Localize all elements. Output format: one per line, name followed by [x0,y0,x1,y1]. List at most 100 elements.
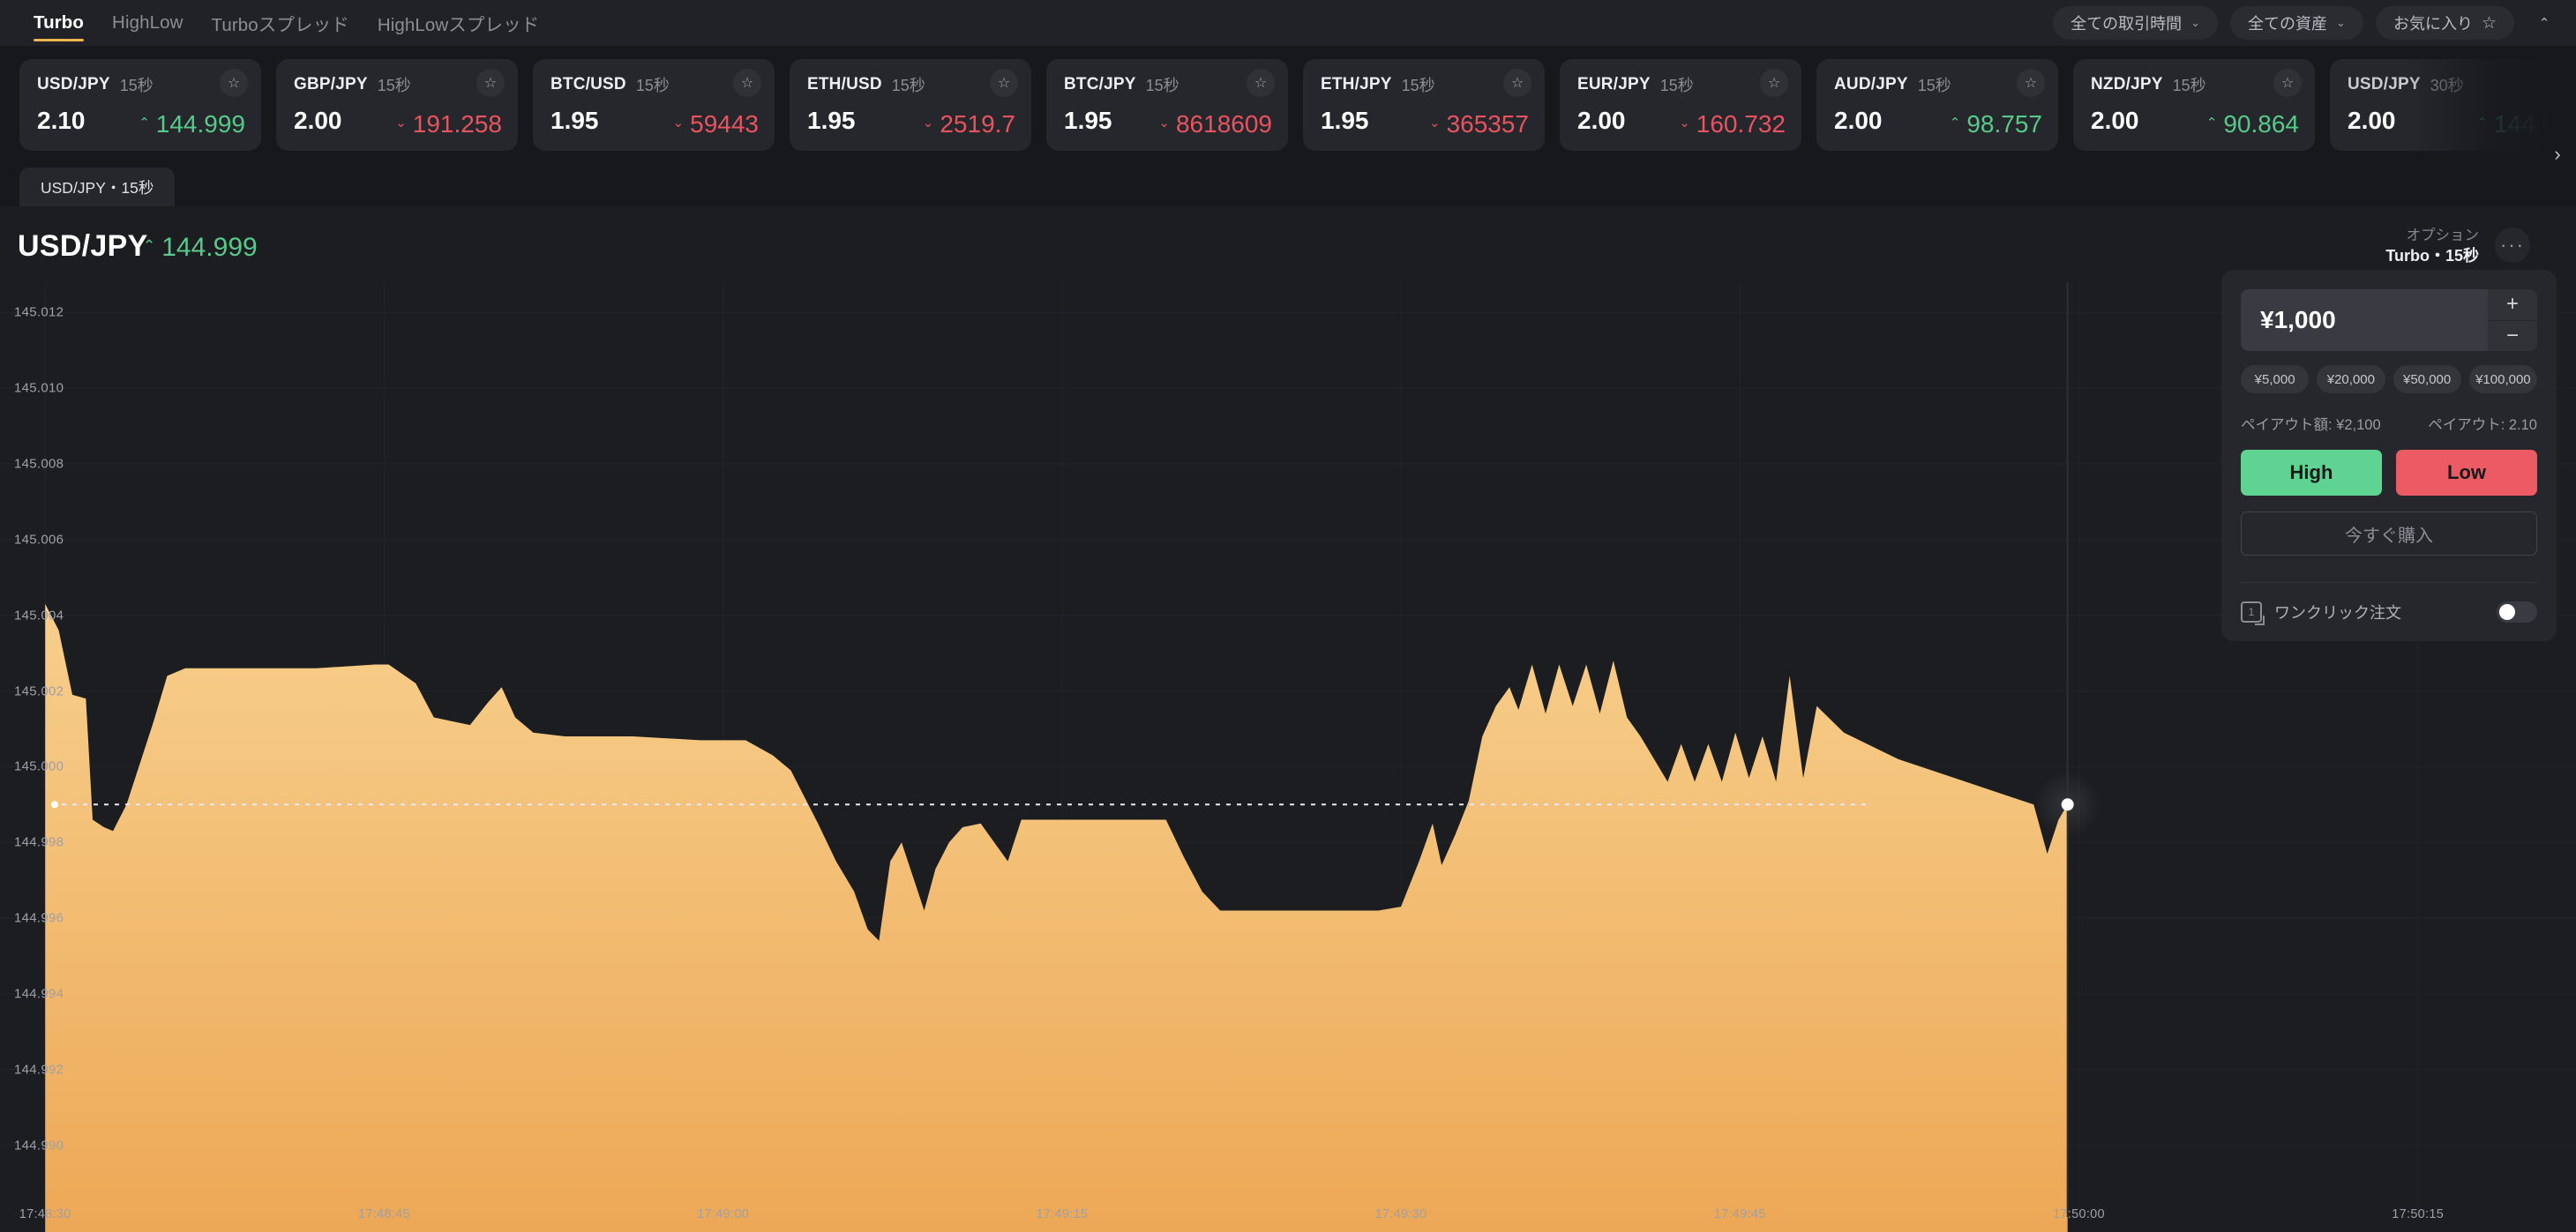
asset-card-values: 2.00 ⌃ 98.757 [1834,107,2042,138]
favorite-star-icon[interactable]: ☆ [2017,69,2045,97]
amount-input[interactable]: ¥1,000 [2241,289,2488,351]
low-button[interactable]: Low [2396,450,2537,496]
amount-field-row: ¥1,000 + − [2241,289,2537,351]
direction-buttons: High Low [2241,450,2537,496]
tab-turbo[interactable]: Turboスプレッド [198,0,363,46]
high-button[interactable]: High [2241,450,2382,496]
chart-tab-bar: USD/JPY・15秒 [0,168,2576,206]
asset-card-values: 2.00 ⌄ 160.732 [1577,107,1786,138]
asset-price-value: 191.258 [412,110,502,138]
price-down-arrow-icon: ⌄ [922,116,934,131]
favorite-star-icon[interactable]: ☆ [220,69,248,97]
chart-plot-area[interactable]: 145.012 145.010 145.008 145.006 145.004 145.0… [0,282,2576,1232]
chart-current-price: ⌃ 144.999 [143,233,258,263]
filter-star-2[interactable]: お気に入り ☆ [2375,6,2514,40]
asset-price: ⌄ 59443 [673,110,759,138]
asset-symbol: ETH/JPY [1321,75,1392,93]
y-axis-tick: 145.012 [14,304,64,320]
tab-highlow[interactable]: HighLow [98,0,197,46]
favorite-star-icon[interactable]: ☆ [476,69,505,97]
quick-amount-button[interactable]: ¥5,000 [2241,365,2310,393]
asset-price-value: 98.757 [1966,110,2042,138]
asset-card-header: EUR/JPY 15秒 [1577,73,1786,96]
favorite-star-icon[interactable]: ☆ [2273,69,2302,97]
one-click-order-row: 1 ワンクリック注文 [2241,583,2537,641]
amount-decrease-button[interactable]: − [2488,319,2537,351]
cards-next-arrow-icon[interactable]: › [2544,141,2571,168]
x-axis-tick: 17:48:45 [358,1207,410,1221]
chart-panel: USD/JPY ⌃ 144.999 オプション Turbo・15秒 ··· 14… [0,206,2576,1232]
favorite-star-icon[interactable]: ☆ [1503,69,1531,97]
chart-tab-usdjpy[interactable]: USD/JPY・15秒 [19,168,176,206]
asset-card[interactable]: EUR/JPY 15秒 ☆ 2.00 ⌄ 160.732 [1560,59,1801,151]
x-axis-tick: 17:50:15 [2392,1207,2445,1221]
quick-amount-button[interactable]: ¥20,000 [2317,365,2385,393]
asset-price: ⌃ 98.757 [1950,110,2042,138]
payout-amount-label: ペイアウト額: ¥2,100 [2241,417,2381,433]
chevron-down-icon: ⌄ [2190,16,2201,29]
asset-payout: 2.00 [1577,107,1626,134]
asset-card[interactable]: USD/JPY 15秒 ☆ 2.10 ⌃ 144.999 [19,59,261,151]
chevron-down-icon: ⌄ [2336,16,2346,29]
star-icon: ☆ [2481,13,2497,33]
asset-symbol: ETH/USD [807,75,882,93]
asset-card[interactable]: ETH/USD 15秒 ☆ 1.95 ⌄ 2519.7 [790,59,1031,151]
asset-duration: 15秒 [891,77,925,94]
y-axis-tick: 145.010 [14,380,64,396]
asset-card[interactable]: GBP/JPY 15秒 ☆ 2.00 ⌄ 191.258 [276,59,518,151]
payout-info-row: ペイアウト額: ¥2,100 ペイアウト: 2.10 [2241,413,2537,434]
asset-symbol: USD/JPY [37,75,110,93]
asset-card-header: USD/JPY 15秒 [37,73,245,96]
amount-increase-button[interactable]: + [2488,289,2537,320]
filter-label: 全ての取引時間 [2071,15,2183,33]
one-click-icon: 1 [2241,601,2265,625]
tab-turbo[interactable]: Turbo [19,0,98,46]
asset-duration: 15秒 [1145,77,1179,94]
buy-now-button[interactable]: 今すぐ購入 [2241,511,2537,556]
y-axis-tick: 145.000 [14,758,64,774]
filter-chevron-down-1[interactable]: 全ての資産 ⌄ [2230,6,2363,40]
asset-payout: 2.00 [2091,107,2139,134]
asset-duration: 15秒 [1401,77,1435,94]
asset-card-header: GBP/JPY 15秒 [294,73,502,96]
price-up-arrow-icon: ⌃ [139,116,150,131]
favorite-star-icon[interactable]: ☆ [990,69,1018,97]
asset-payout: 2.00 [1834,107,1883,134]
asset-payout: 2.00 [294,107,342,134]
asset-card[interactable]: BTC/USD 15秒 ☆ 1.95 ⌄ 59443 [533,59,775,151]
filter-label: 全ての資産 [2248,15,2328,33]
asset-card[interactable]: AUD/JPY 15秒 ☆ 2.00 ⌃ 98.757 [1816,59,2058,151]
asset-symbol: GBP/JPY [294,75,368,93]
filter-chevron-down-0[interactable]: 全ての取引時間 ⌄ [2053,6,2219,40]
asset-card-values: 2.00 ⌄ 191.258 [294,107,502,138]
quick-amount-button[interactable]: ¥100,000 [2468,365,2537,393]
asset-duration: 30秒 [2430,77,2464,94]
x-axis-labels: 17:48:30 17:48:45 17:49:00 17:49:15 17:49:30… [0,1193,2576,1232]
asset-card[interactable]: ETH/JPY 15秒 ☆ 1.95 ⌄ 365357 [1303,59,1545,151]
y-axis-tick: 144.992 [14,1062,64,1078]
price-down-arrow-icon: ⌄ [1158,116,1170,131]
favorite-star-icon[interactable]: ☆ [1247,69,1275,97]
asset-price: ⌃ 144.9 [2476,110,2556,138]
filter-label: お気に入り [2393,15,2473,33]
asset-price: ⌄ 365357 [1429,110,1529,138]
quick-amount-buttons: ¥5,000 ¥20,000 ¥50,000 ¥100,000 [2241,365,2537,393]
option-info: オプション Turbo・15秒 [2385,226,2479,267]
tab-highlow[interactable]: HighLowスプレッド [363,0,553,46]
quick-amount-button[interactable]: ¥50,000 [2393,365,2461,393]
toggle-knob [2499,604,2515,620]
chart-more-menu-icon[interactable]: ··· [2495,228,2530,263]
asset-card[interactable]: NZD/JPY 15秒 ☆ 2.00 ⌃ 90.864 [2073,59,2315,151]
collapse-panel-button[interactable]: ⌃ [2527,6,2562,40]
y-axis-tick: 144.994 [14,986,64,1002]
favorite-star-icon[interactable]: ☆ [733,69,761,97]
asset-card[interactable]: BTC/JPY 15秒 ☆ 1.95 ⌄ 8618609 [1046,59,1288,151]
one-click-order-toggle[interactable] [2497,601,2537,623]
x-axis-tick: 17:49:45 [1713,1207,1766,1221]
asset-card-header: ETH/JPY 15秒 [1321,73,1529,96]
asset-card[interactable]: USD/JPY 30秒 2.00 ⌃ 144.9 [2330,59,2572,151]
y-axis-tick: 145.002 [14,683,64,699]
x-axis-tick: 17:50:00 [2053,1207,2105,1221]
asset-price: ⌄ 2519.7 [923,110,1015,138]
favorite-star-icon[interactable]: ☆ [1760,69,1788,97]
